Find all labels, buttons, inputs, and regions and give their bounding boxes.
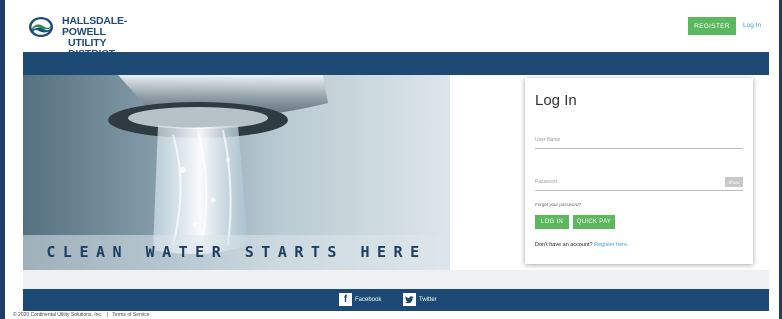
quick-pay-button[interactable]: QUICK PAY	[573, 215, 615, 229]
show-password-button[interactable]: Show	[725, 177, 743, 187]
facebook-link[interactable]: f Facebook	[339, 293, 381, 306]
facebook-icon: f	[339, 293, 352, 306]
header-login-link[interactable]: Log In	[743, 22, 761, 29]
login-title: Log In	[535, 92, 577, 109]
twitter-label: Twitter	[419, 296, 437, 303]
nav-band	[23, 52, 769, 75]
login-card: Log In Show Forgot your password? LOG IN…	[525, 78, 753, 264]
password-input[interactable]	[535, 176, 705, 188]
forgot-password-link[interactable]: Forgot your password?	[535, 202, 581, 207]
twitter-link[interactable]: Twitter	[403, 293, 437, 306]
no-account-text: Don't have an account?	[535, 242, 593, 248]
site-header: HALLSDALE-POWELL UTILITY DISTRICT REGIST…	[5, 0, 779, 60]
twitter-icon	[403, 293, 416, 306]
terms-of-service-link[interactable]: Terms of Service	[112, 312, 149, 318]
hero-tagline: CLEAN WATER STARTS HERE	[46, 243, 427, 261]
site-footer: f Facebook Twitter	[23, 289, 769, 311]
copyright-bar: © 2020 Continental Utility Solutions, In…	[13, 312, 150, 318]
hero-section: CLEAN WATER STARTS HERE Log In Show Forg…	[23, 75, 769, 270]
username-input[interactable]	[535, 134, 705, 146]
register-button[interactable]: REGISTER	[688, 17, 736, 35]
footer-divider	[23, 270, 769, 289]
tagline-bar: CLEAN WATER STARTS HERE	[23, 235, 450, 270]
logo-line-1: HALLSDALE-POWELL	[62, 15, 128, 38]
facebook-label: Facebook	[355, 296, 382, 303]
no-account-prompt: Don't have an account? Register here.	[535, 242, 629, 248]
password-field-wrapper: Show	[535, 176, 743, 191]
register-here-link[interactable]: Register here.	[594, 242, 629, 248]
site-logo[interactable]: HALLSDALE-POWELL UTILITY DISTRICT	[27, 15, 145, 60]
username-field-wrapper	[535, 134, 743, 149]
hero-faucet-image: CLEAN WATER STARTS HERE	[23, 75, 450, 270]
page-frame: HALLSDALE-POWELL UTILITY DISTRICT REGIST…	[5, 0, 779, 319]
login-button[interactable]: LOG IN	[535, 215, 569, 229]
copyright-text: © 2020 Continental Utility Solutions, In…	[13, 312, 103, 318]
hpud-logo-icon	[29, 17, 53, 37]
